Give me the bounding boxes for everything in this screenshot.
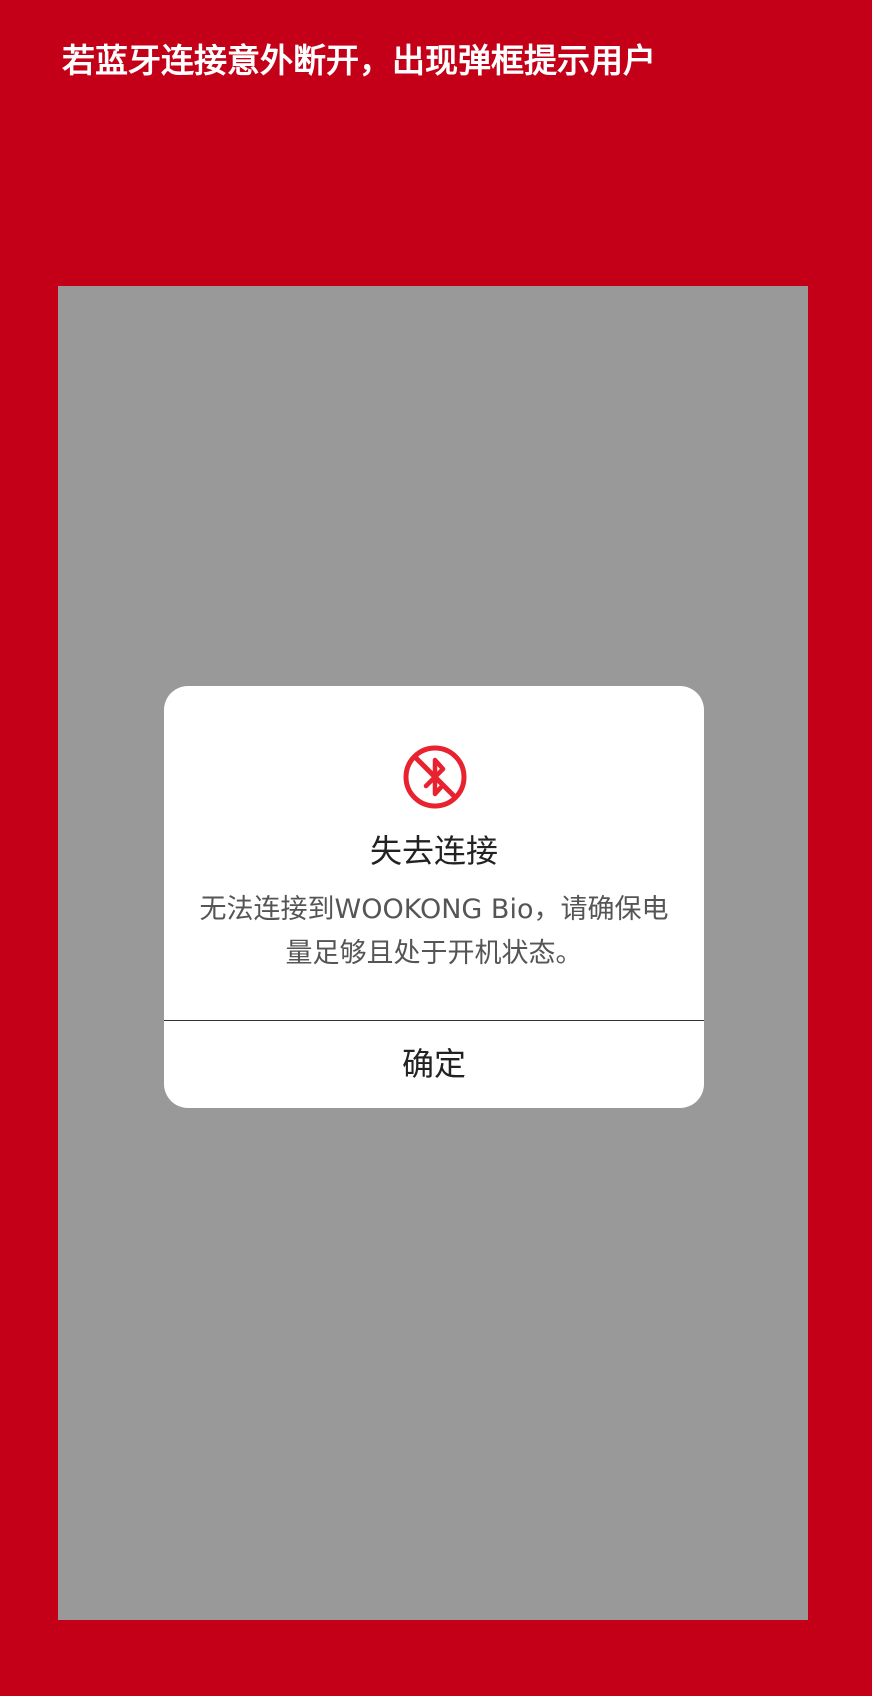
alert-message: 无法连接到WOOKONG Bio，请确保电量足够且处于开机状态。 xyxy=(199,894,669,969)
bluetooth-disabled-icon xyxy=(403,745,467,809)
bluetooth-disconnect-alert: 失去连接 无法连接到WOOKONG Bio，请确保电量足够且处于开机状态。 确定 xyxy=(164,686,704,1108)
confirm-button[interactable]: 确定 xyxy=(164,1021,704,1108)
page-heading: 若蓝牙连接意外断开，出现弹框提示用户 xyxy=(62,41,656,80)
alert-title: 失去连接 xyxy=(369,832,498,870)
phone-screen-overlay: 失去连接 无法连接到WOOKONG Bio，请确保电量足够且处于开机状态。 确定 xyxy=(58,286,808,1620)
